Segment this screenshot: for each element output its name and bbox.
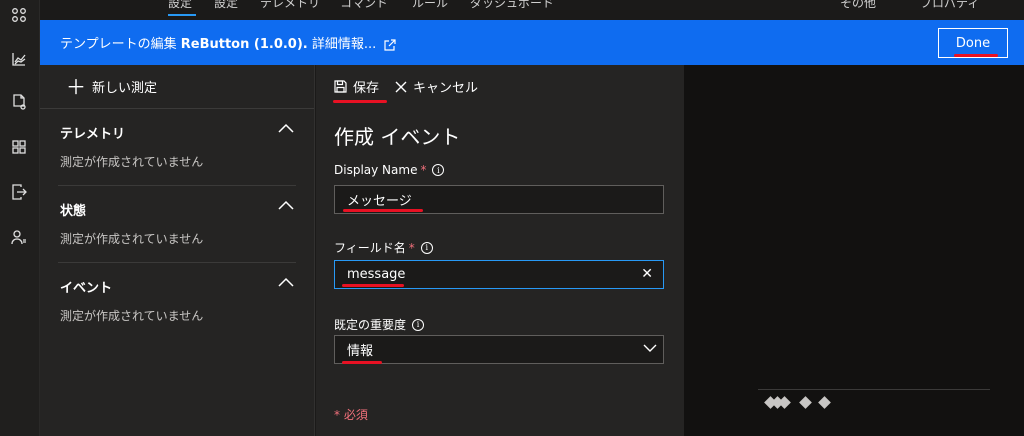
top-tab-strip: 設定 設定 テレメトリ コマンド ルール ダッシュボード その他 プロパティ: [40, 0, 1024, 20]
severity-value: 情報: [347, 344, 374, 359]
field-name-value: message: [347, 267, 406, 282]
export-icon[interactable]: [10, 183, 28, 201]
loading-indicator: [764, 396, 831, 409]
banner-prefix: テンプレートの編集: [60, 37, 177, 52]
dashboard-icon[interactable]: [10, 138, 28, 156]
field-name-label-text: フィールド名: [334, 241, 406, 255]
section-title: 状態: [60, 204, 87, 219]
info-icon[interactable]: i: [432, 164, 445, 176]
field-name-label: フィールド名 * i: [334, 239, 433, 256]
tab-commands[interactable]: コマンド: [340, 0, 388, 11]
close-icon: [395, 81, 407, 92]
chevron-up-icon[interactable]: [278, 277, 294, 287]
cancel-button[interactable]: キャンセル: [395, 77, 478, 96]
plus-icon: ＋: [66, 74, 86, 99]
document-icon[interactable]: [10, 93, 28, 111]
save-icon: [334, 80, 347, 93]
banner-more-link[interactable]: 詳細情報...: [312, 37, 376, 52]
annotation-underline: [954, 54, 998, 57]
annotation-underline: [342, 284, 404, 287]
section-event: イベント 測定が作成されていません: [58, 263, 296, 340]
divider: [758, 389, 990, 390]
measurements-panel: ＋ 新しい測定 テレメトリ 測定が作成されていません 状態 測定が作成されていま…: [40, 65, 315, 436]
banner-message: テンプレートの編集 ReButton (1.0.0). 詳細情報...: [60, 33, 397, 52]
section-empty-text: 測定が作成されていません: [60, 232, 204, 246]
external-link-icon[interactable]: [384, 38, 397, 51]
tab-dashboard[interactable]: ダッシュボード: [470, 0, 554, 11]
loading-diamond: [818, 396, 831, 409]
section-empty-text: 測定が作成されていません: [60, 155, 204, 169]
required-mark: *: [420, 163, 427, 177]
save-button[interactable]: 保存: [334, 77, 379, 96]
tab-settings[interactable]: 設定: [214, 0, 238, 11]
display-name-label: Display Name * i: [334, 163, 445, 177]
cancel-label: キャンセル: [413, 81, 479, 96]
chevron-down-icon: [643, 344, 657, 352]
annotation-underline: [342, 361, 382, 364]
section-empty-text: 測定が作成されていません: [60, 309, 204, 323]
chevron-up-icon[interactable]: [278, 123, 294, 133]
display-name-value: メッセージ: [347, 194, 412, 209]
new-measurement-button[interactable]: ＋ 新しい測定: [40, 65, 314, 109]
new-measurement-label: 新しい測定: [92, 81, 158, 96]
annotation-underline: [343, 209, 423, 212]
section-title: イベント: [60, 281, 113, 296]
display-name-label-text: Display Name: [334, 163, 418, 177]
annotation-underline: [333, 100, 387, 103]
left-nav-rail: [0, 0, 40, 436]
form-toolbar: 保存 キャンセル: [334, 77, 494, 96]
required-note: * 必須: [334, 408, 368, 422]
required-mark: *: [408, 240, 415, 255]
info-icon[interactable]: i: [420, 241, 433, 254]
save-label: 保存: [353, 81, 380, 96]
people-icon[interactable]: [10, 228, 28, 246]
grid-icon[interactable]: [10, 6, 28, 24]
banner-device-name: ReButton (1.0.0).: [180, 37, 308, 52]
section-state: 状態 測定が作成されていません: [58, 186, 296, 263]
info-icon[interactable]: i: [412, 318, 425, 331]
tab-rules[interactable]: ルール: [412, 0, 448, 11]
page-title: 作成 イベント: [334, 125, 461, 149]
tab-telemetry[interactable]: テレメトリ: [260, 0, 320, 11]
severity-label: 既定の重要度 i: [334, 316, 425, 333]
tab-properties[interactable]: プロパティ: [920, 0, 979, 11]
edit-template-banner: テンプレートの編集 ReButton (1.0.0). 詳細情報... Done: [40, 20, 1024, 65]
severity-dropdown[interactable]: 情報: [334, 335, 664, 364]
clear-icon[interactable]: ✕: [641, 266, 653, 282]
chevron-up-icon[interactable]: [278, 200, 294, 210]
section-title: テレメトリ: [60, 127, 126, 142]
chart-icon[interactable]: [10, 50, 28, 68]
loading-diamond: [799, 396, 812, 409]
section-telemetry: テレメトリ 測定が作成されていません: [58, 109, 296, 186]
tab-measurements[interactable]: 設定: [168, 0, 192, 11]
preview-pane: [684, 65, 1024, 436]
create-event-form: 保存 キャンセル 作成 イベント Display Name * i メッセージ …: [316, 65, 684, 436]
active-tab-indicator: [168, 14, 196, 16]
tab-other[interactable]: その他: [840, 0, 876, 11]
severity-label-text: 既定の重要度: [334, 318, 407, 332]
